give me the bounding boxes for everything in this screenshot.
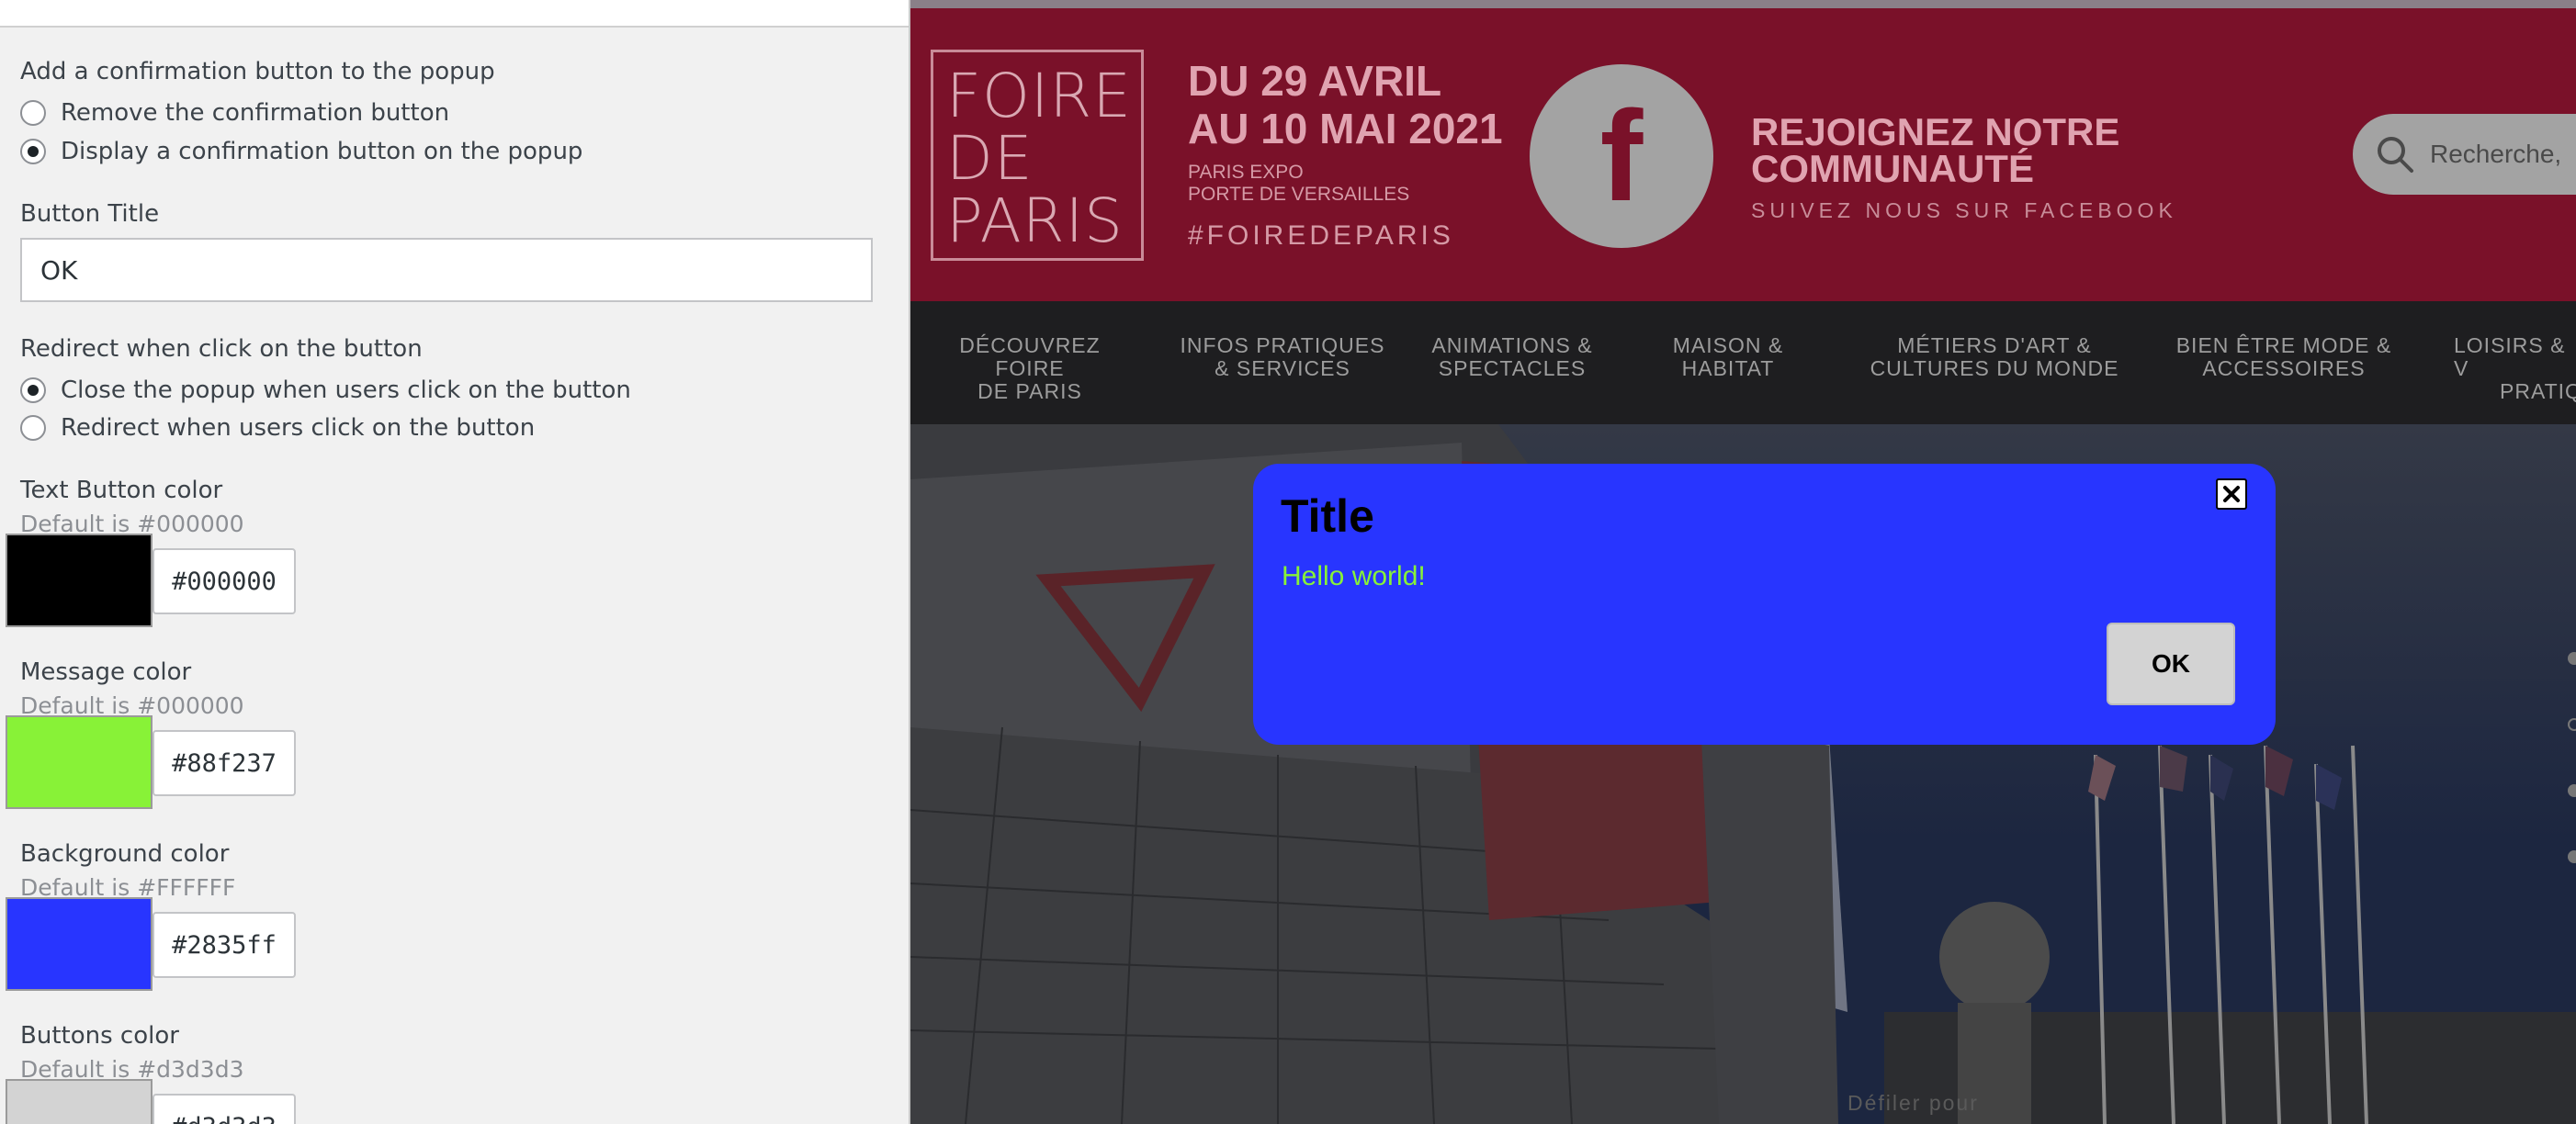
background-color-swatch[interactable] — [6, 897, 153, 991]
message-color-hex[interactable]: #88f237 — [153, 730, 296, 796]
nav-line: SPECTACLES — [1438, 356, 1587, 380]
nav-item-maison[interactable]: MAISON & HABITAT — [1650, 334, 1806, 380]
nav-item-decouvrez[interactable]: DÉCOUVREZ FOIRE DE PARIS — [924, 334, 1135, 403]
settings-panel: Add a confirmation button to the popup R… — [0, 0, 910, 1124]
background-color-label: Background color — [20, 840, 230, 868]
nav-item-bien-etre[interactable]: BIEN ÊTRE MODE & ACCESSOIRES — [2174, 334, 2394, 380]
nav-item-infos-pratiques[interactable]: INFOS PRATIQUES & SERVICES — [1177, 334, 1388, 380]
event-venue: PARIS EXPO PORTE DE VERSAILLES — [1188, 162, 1409, 206]
logo-line: PARIS — [946, 185, 1124, 256]
site-header: FOIRE DE PARIS DU 29 AVRIL AU 10 MAI 202… — [910, 0, 2576, 301]
radio-label: Redirect when users click on the button — [61, 414, 536, 442]
venue-line: PORTE DE VERSAILLES — [1188, 184, 1410, 205]
nav-item-animations[interactable]: ANIMATIONS & SPECTACLES — [1420, 334, 1604, 380]
background-color-hex[interactable]: #2835ff — [153, 912, 296, 978]
radio-button-checked[interactable] — [20, 377, 46, 403]
nav-line: INFOS PRATIQUES — [1180, 333, 1385, 357]
popup-title: Title — [1281, 490, 1374, 542]
radio-label: Close the popup when users click on the … — [61, 377, 631, 404]
scroll-hint: Défiler pour — [1847, 1091, 1979, 1115]
radio-display-confirmation[interactable]: Display a confirmation button on the pop… — [20, 138, 582, 165]
nav-line: & SERVICES — [1215, 356, 1350, 380]
search-icon — [2378, 137, 2413, 173]
nav-line: HABITAT — [1681, 356, 1775, 380]
radio-label: Remove the confirmation button — [61, 99, 450, 127]
buttons-color-label: Buttons color — [20, 1022, 179, 1050]
message-color-swatch[interactable] — [6, 715, 153, 809]
text-button-color-label: Text Button color — [20, 477, 223, 504]
logo-line: FOIRE — [946, 61, 1132, 131]
nav-item-loisirs[interactable]: LOISIRS & VPRATIQU — [2454, 334, 2576, 403]
confirm-button-heading: Add a confirmation button to the popup — [20, 58, 495, 85]
slider-dot[interactable] — [2568, 850, 2576, 863]
nav-line: LOISIRS & V — [2454, 333, 2566, 380]
dates-line: DU 29 AVRIL — [1188, 57, 1442, 105]
nav-line: ANIMATIONS & — [1431, 333, 1593, 357]
radio-button-checked[interactable] — [20, 139, 46, 164]
venue-line: PARIS EXPO — [1188, 162, 1304, 183]
nav-line: MAISON & — [1672, 333, 1784, 357]
dates-line: AU 10 MAI 2021 — [1188, 105, 1503, 152]
radio-remove-confirmation[interactable]: Remove the confirmation button — [20, 99, 449, 127]
redirect-heading: Redirect when click on the button — [20, 335, 423, 363]
nav-line: DÉCOUVREZ FOIRE — [959, 333, 1101, 380]
radio-button[interactable] — [20, 100, 46, 126]
community-line: COMMUNAUTÉ — [1751, 147, 2034, 190]
site-nav: DÉCOUVREZ FOIRE DE PARIS INFOS PRATIQUES &… — [910, 301, 2576, 424]
buttons-color-hex[interactable]: #d3d3d3 — [153, 1094, 296, 1124]
popup-dialog: Title Hello world! OK — [1253, 464, 2276, 745]
radio-button[interactable] — [20, 415, 46, 441]
close-icon[interactable] — [2216, 478, 2247, 510]
nav-line: MÉTIERS D'ART & — [1897, 333, 2092, 357]
text-button-color-swatch[interactable] — [6, 534, 153, 627]
radio-label: Display a confirmation button on the pop… — [61, 138, 583, 165]
nav-item-metiers-art[interactable]: MÉTIERS D'ART & CULTURES DU MONDE — [1866, 334, 2123, 380]
text-button-color-hex[interactable]: #000000 — [153, 548, 296, 614]
logo-line: DE — [946, 123, 1034, 194]
follow-facebook-text: SUIVEZ NOUS SUR FACEBOOK — [1751, 198, 2177, 222]
website-preview: FOIRE DE PARIS DU 29 AVRIL AU 10 MAI 202… — [910, 0, 2576, 1124]
community-heading: REJOIGNEZ NOTRE COMMUNAUTÉ — [1751, 110, 2120, 190]
slider-dot[interactable] — [2568, 652, 2576, 665]
button-title-input[interactable] — [20, 238, 873, 302]
nav-line: PRATIQU — [2500, 379, 2576, 403]
buttons-color-swatch[interactable] — [6, 1079, 153, 1124]
message-color-label: Message color — [20, 658, 192, 686]
popup-ok-button[interactable]: OK — [2107, 623, 2235, 705]
nav-line: DE PARIS — [977, 379, 1082, 403]
site-search[interactable]: Recherche, — [2353, 114, 2576, 195]
facebook-icon[interactable]: f — [1530, 64, 1713, 248]
header-top-strip — [910, 0, 2576, 8]
nav-line: BIEN ÊTRE MODE & — [2175, 333, 2392, 357]
search-placeholder: Recherche, — [2430, 140, 2562, 168]
hashtag: #FOIREDEPARIS — [1188, 220, 1454, 251]
event-dates: DU 29 AVRIL AU 10 MAI 2021 — [1188, 57, 1503, 152]
foire-de-paris-logo[interactable]: FOIRE DE PARIS — [931, 50, 1144, 261]
nav-line: ACCESSOIRES — [2202, 356, 2366, 380]
slider-dot[interactable] — [2568, 784, 2576, 797]
popup-message: Hello world! — [1282, 561, 1426, 591]
radio-close-popup[interactable]: Close the popup when users click on the … — [20, 377, 631, 404]
community-line: REJOIGNEZ NOTRE — [1751, 110, 2120, 153]
button-title-label: Button Title — [20, 200, 160, 228]
slider-dot[interactable] — [2568, 718, 2576, 731]
radio-redirect-users[interactable]: Redirect when users click on the button — [20, 414, 535, 442]
nav-line: CULTURES DU MONDE — [1870, 356, 2119, 380]
panel-top-bar — [0, 0, 909, 28]
